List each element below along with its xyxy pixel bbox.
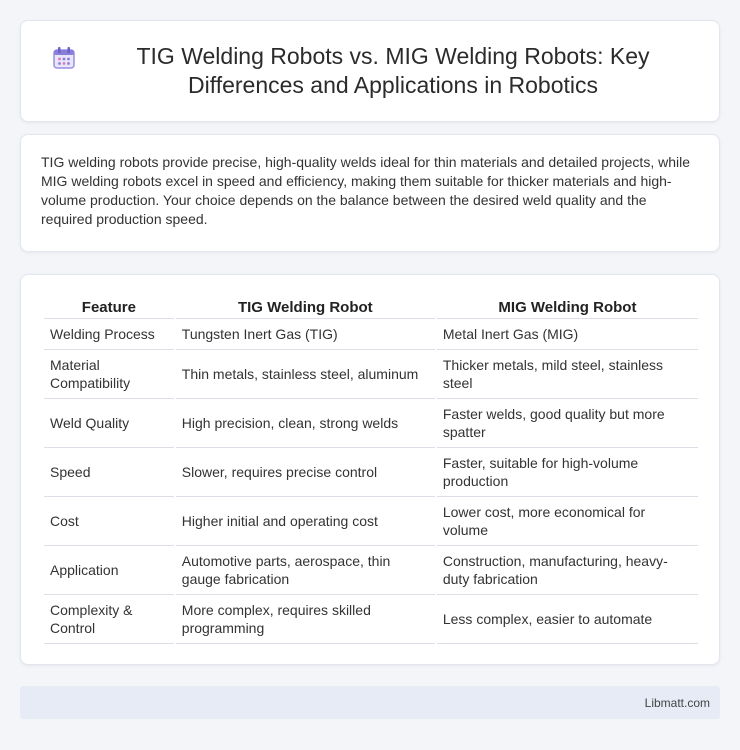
table-row: Welding Process Tungsten Inert Gas (TIG)… [44, 319, 698, 350]
header-mig: MIG Welding Robot [436, 295, 698, 319]
header-tig: TIG Welding Robot [175, 295, 435, 319]
feature-cell: Cost [44, 497, 174, 546]
table-row: Application Automotive parts, aerospace,… [44, 546, 698, 595]
title-wrap: TIG Welding Robots vs. MIG Welding Robot… [21, 42, 719, 100]
tig-cell: More complex, requires skilled programmi… [175, 595, 435, 644]
tig-cell: High precision, clean, strong welds [175, 399, 435, 448]
summary-card: TIG welding robots provide precise, high… [20, 134, 720, 252]
feature-cell: Material Compatibility [44, 350, 174, 399]
table-row: Weld Quality High precision, clean, stro… [44, 399, 698, 448]
mig-cell: Thicker metals, mild steel, stainless st… [436, 350, 698, 399]
feature-cell: Weld Quality [44, 399, 174, 448]
tig-cell: Slower, requires precise control [175, 448, 435, 497]
calendar-icon [51, 45, 77, 71]
table-row: Complexity & Control More complex, requi… [44, 595, 698, 644]
feature-cell: Complexity & Control [44, 595, 174, 644]
table-row: Speed Slower, requires precise control F… [44, 448, 698, 497]
feature-cell: Welding Process [44, 319, 174, 350]
tig-cell: Higher initial and operating cost [175, 497, 435, 546]
mig-cell: Lower cost, more economical for volume [436, 497, 698, 546]
footer-bar: Libmatt.com [20, 686, 720, 719]
title-card: TIG Welding Robots vs. MIG Welding Robot… [20, 20, 720, 122]
comparison-table: Feature TIG Welding Robot MIG Welding Ro… [42, 295, 700, 644]
feature-cell: Application [44, 546, 174, 595]
footer-site-link[interactable]: Libmatt.com [645, 696, 710, 710]
header-feature: Feature [44, 295, 174, 319]
table-row: Cost Higher initial and operating cost L… [44, 497, 698, 546]
page-title: TIG Welding Robots vs. MIG Welding Robot… [136, 43, 650, 98]
mig-cell: Faster welds, good quality but more spat… [436, 399, 698, 448]
mig-cell: Faster, suitable for high-volume product… [436, 448, 698, 497]
tig-cell: Automotive parts, aerospace, thin gauge … [175, 546, 435, 595]
feature-cell: Speed [44, 448, 174, 497]
mig-cell: Less complex, easier to automate [436, 595, 698, 644]
mig-cell: Construction, manufacturing, heavy-duty … [436, 546, 698, 595]
summary-text: TIG welding robots provide precise, high… [41, 154, 690, 227]
table-card: Feature TIG Welding Robot MIG Welding Ro… [20, 274, 720, 665]
table-header-row: Feature TIG Welding Robot MIG Welding Ro… [44, 295, 698, 319]
tig-cell: Thin metals, stainless steel, aluminum [175, 350, 435, 399]
tig-cell: Tungsten Inert Gas (TIG) [175, 319, 435, 350]
table-row: Material Compatibility Thin metals, stai… [44, 350, 698, 399]
mig-cell: Metal Inert Gas (MIG) [436, 319, 698, 350]
